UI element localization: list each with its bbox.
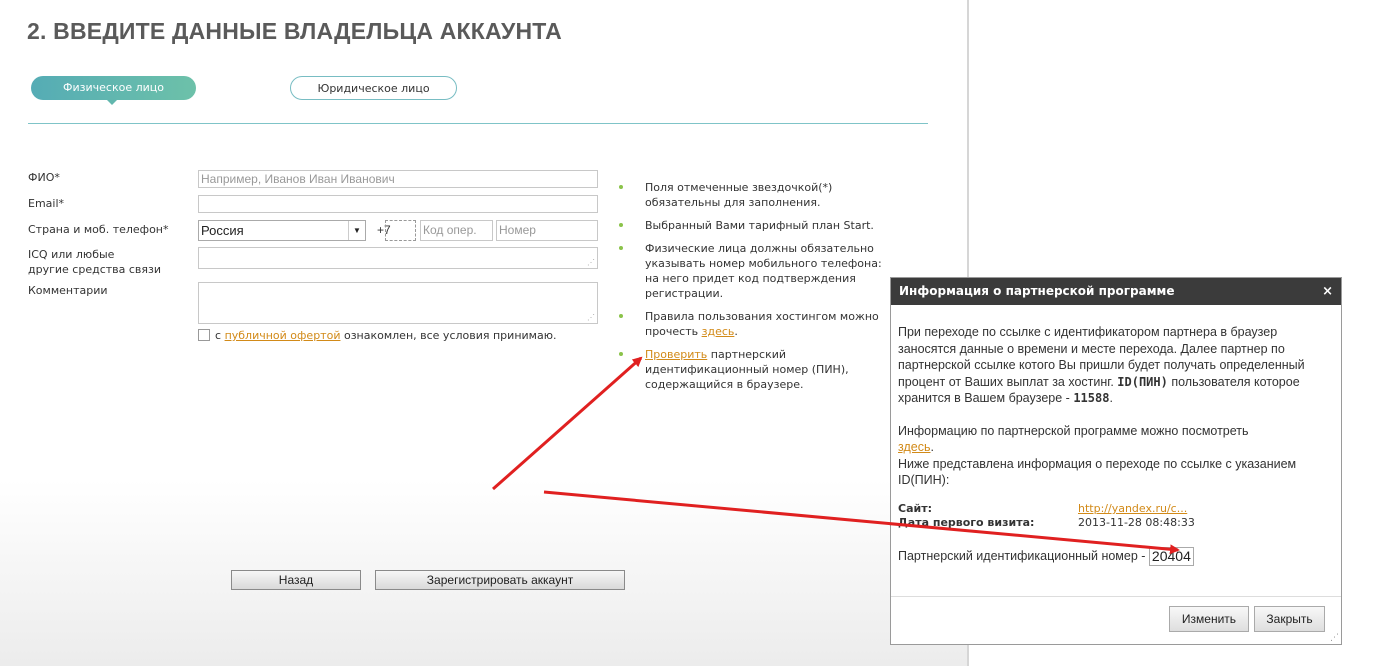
arrow-to-check-link: [492, 356, 643, 491]
annotation-arrows: [492, 356, 1180, 555]
arrow-to-pin-value: [543, 490, 1180, 555]
